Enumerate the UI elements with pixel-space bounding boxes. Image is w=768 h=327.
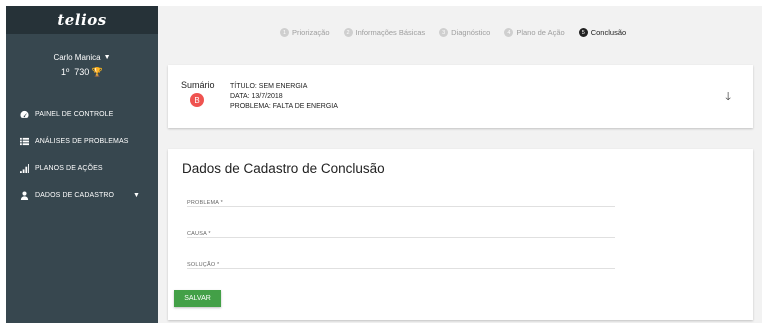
step-label: Priorização [292,28,330,37]
user-panel: Carlo Manica ▼ 1º 730 🏆 [6,53,158,78]
sidebar-item-analises-de-problemas[interactable]: ANÁLISES DE PROBLEMAS [6,128,158,155]
step-number: 1 [280,28,289,37]
problem-field-label: PROBLEMA * [187,200,223,206]
user-points: 730 🏆 [74,67,103,78]
main-content: 1 Priorização 2 Informações Básicas 3 Di… [158,6,762,323]
save-button[interactable]: SALVAR [174,290,221,307]
step-number: 3 [439,28,449,37]
step-conclusao[interactable]: 5 Conclusão [578,28,627,37]
caret-down-icon: ▼ [132,192,140,199]
sidebar-item-planos-de-acoes[interactable]: PLANOS DE AÇÕES [6,155,158,182]
sidebar-item-dados-de-cadastro[interactable]: DADOS DE CADASTRO ▼ [6,182,158,209]
step-number: 5 [578,28,588,37]
logo: telios [6,6,158,34]
arrow-down-icon[interactable]: 🡓 [725,88,731,107]
user-name: Carlo Manica [53,53,101,62]
sidebar: telios Carlo Manica ▼ 1º 730 🏆 PAINEL DE… [6,6,158,323]
sidebar-item-label: PAINEL DE CONTROLE [35,111,114,118]
sidebar-item-painel-de-controle[interactable]: PAINEL DE CONTROLE [6,101,158,128]
step-label: Conclusão [590,28,627,37]
user-points-value: 730 [74,67,90,77]
step-diagnostico[interactable]: 3 Diagnóstico [439,28,490,37]
step-label: Plano de Ação [516,28,565,37]
stepper: 1 Priorização 2 Informações Básicas 3 Di… [280,28,626,37]
step-label: Informações Básicas [355,28,426,37]
step-informacoes-basicas[interactable]: 2 Informações Básicas [343,28,426,37]
summary-problem-line: PROBLEMA: FALTA DE ENERGIA [230,103,338,110]
step-number: 2 [343,28,353,37]
user-score: 1º 730 🏆 [6,67,158,78]
person-icon [18,191,30,200]
step-number: 4 [504,28,514,37]
sidebar-item-label: PLANOS DE AÇÕES [35,165,103,172]
step-label: Diagnóstico [451,28,491,37]
signal-bars-icon [18,164,30,173]
cause-field[interactable]: CAUSA * [187,222,615,238]
dashboard-icon [18,110,30,119]
caret-down-icon: ▼ [103,54,111,61]
problem-field[interactable]: PROBLEMA * [187,191,615,207]
solution-field-label: SOLUÇÃO * [187,262,220,268]
sidebar-item-label: DADOS DE CADASTRO [35,192,115,199]
form-title: Dados de Cadastro de Conclusão [182,161,385,176]
trophy-icon: 🏆 [91,67,104,77]
conclusion-form-card: Dados de Cadastro de Conclusão PROBLEMA … [168,149,753,320]
summary-card: Sumário B TÍTULO: SEM ENERGIA DATA: 13/7… [168,65,753,128]
solution-field[interactable]: SOLUÇÃO * [187,253,615,269]
sidebar-nav: PAINEL DE CONTROLE ANÁLISES DE PROBLEMAS… [6,101,158,209]
app-window: telios Carlo Manica ▼ 1º 730 🏆 PAINEL DE… [6,6,762,323]
summary-date-line: DATA: 13/7/2018 [230,93,283,100]
summary-badge: B [190,93,204,107]
user-rank: 1º [60,67,70,77]
step-priorizacao[interactable]: 1 Priorização [280,28,330,37]
step-plano-de-acao[interactable]: 4 Plano de Ação [504,28,565,37]
summary-info: TÍTULO: SEM ENERGIA DATA: 13/7/2018 PROB… [230,82,338,112]
list-icon [18,137,30,146]
cause-field-label: CAUSA * [187,231,211,237]
summary-title-line: TÍTULO: SEM ENERGIA [230,83,308,90]
summary-title: Sumário [181,80,215,90]
sidebar-item-label: ANÁLISES DE PROBLEMAS [35,138,129,145]
user-menu[interactable]: Carlo Manica ▼ [53,53,110,62]
